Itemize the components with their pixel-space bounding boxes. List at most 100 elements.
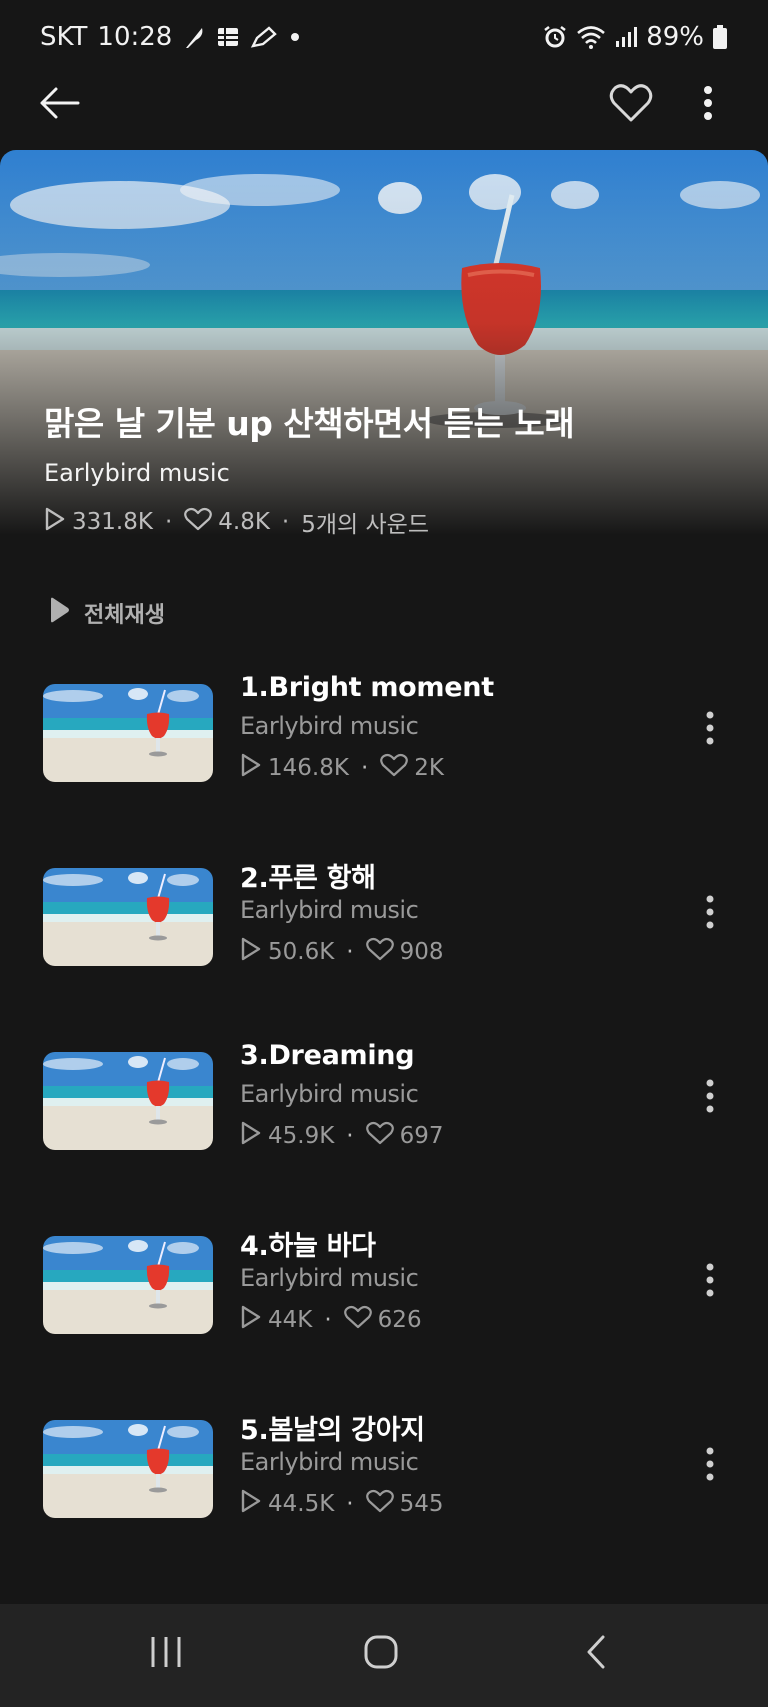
track-stats: 44K · 626	[240, 1304, 422, 1336]
separator-dot: ·	[346, 939, 354, 965]
more-vertical-icon	[705, 1446, 715, 1486]
play-count-icon	[44, 506, 66, 535]
track-item[interactable]: 5.봄날의 강아지 Earlybird music 44.5K · 545	[0, 1408, 768, 1558]
arrow-left-icon	[38, 86, 80, 124]
play-filled-icon	[48, 596, 70, 630]
recents-icon	[148, 1635, 184, 1673]
like-count-icon	[365, 1121, 394, 1151]
track-artist[interactable]: Earlybird music	[240, 1264, 419, 1292]
track-like-count: 2K	[414, 755, 444, 781]
more-options-button[interactable]	[677, 74, 739, 136]
playlist-hero: 맑은 날 기분 up 산책하면서 듣는 노래 Earlybird music 3…	[0, 150, 768, 535]
track-artist[interactable]: Earlybird music	[240, 1080, 419, 1108]
play-all-button[interactable]: 전체재생	[48, 596, 165, 630]
back-chevron-icon	[585, 1634, 607, 1674]
track-like-count: 697	[399, 1123, 444, 1149]
track-more-button[interactable]	[690, 1436, 730, 1496]
track-play-count: 50.6K	[268, 939, 335, 965]
like-count-icon	[365, 1489, 394, 1519]
home-icon	[363, 1634, 399, 1674]
track-play-count: 44.5K	[268, 1491, 335, 1517]
track-item[interactable]: 1.Bright moment Earlybird music 146.8K ·…	[0, 672, 768, 822]
playlist-sound-count: 5개의 사운드	[301, 512, 429, 535]
pencil-icon	[250, 25, 278, 49]
system-back-button[interactable]	[556, 1624, 636, 1684]
track-thumbnail	[43, 684, 213, 782]
system-navigation-bar	[0, 1604, 768, 1707]
like-count-icon	[365, 937, 394, 967]
track-artist[interactable]: Earlybird music	[240, 712, 419, 740]
like-count-icon	[184, 507, 213, 535]
play-count-icon	[240, 1120, 262, 1152]
more-vertical-icon	[705, 1078, 715, 1118]
track-more-button[interactable]	[690, 700, 730, 760]
status-bar: SKT 10:28 89%	[0, 0, 768, 74]
track-title: 2.푸른 항해	[240, 863, 376, 894]
track-stats: 146.8K · 2K	[240, 752, 444, 784]
track-item[interactable]: 2.푸른 항해 Earlybird music 50.6K · 908	[0, 856, 768, 1006]
track-artist[interactable]: Earlybird music	[240, 896, 419, 924]
track-play-count: 44K	[268, 1307, 313, 1333]
battery-icon	[712, 24, 728, 50]
track-thumbnail	[43, 1052, 213, 1150]
track-like-count: 545	[399, 1491, 444, 1517]
separator-dot: ·	[346, 1491, 354, 1517]
track-stats: 44.5K · 545	[240, 1488, 444, 1520]
clock: 10:28	[97, 22, 173, 52]
track-item[interactable]: 4.하늘 바다 Earlybird music 44K · 626	[0, 1224, 768, 1374]
carrier-label: SKT	[40, 22, 88, 52]
dot-icon	[288, 30, 302, 44]
alarm-icon	[542, 24, 568, 50]
track-more-button[interactable]	[690, 1068, 730, 1128]
track-title: 3.Dreaming	[240, 1040, 415, 1071]
track-more-button[interactable]	[690, 884, 730, 944]
track-more-button[interactable]	[690, 1252, 730, 1312]
track-item[interactable]: 3.Dreaming Earlybird music 45.9K · 697	[0, 1040, 768, 1190]
track-title: 1.Bright moment	[240, 672, 494, 703]
like-count-icon	[343, 1305, 372, 1335]
track-play-count: 146.8K	[268, 755, 349, 781]
wifi-icon	[576, 24, 606, 50]
playlist-stats: 331.8K · 4.8K · 5개의 사운드	[44, 505, 574, 535]
separator-dot: ·	[281, 509, 290, 535]
play-count-icon	[240, 1304, 262, 1336]
playlist-title: 맑은 날 기분 up 산책하면서 듣는 노래	[44, 404, 575, 443]
playlist-like-count: 4.8K	[218, 509, 270, 535]
separator-dot: ·	[164, 509, 173, 535]
playlist-play-count: 331.8K	[72, 509, 153, 535]
battery-percent: 89%	[646, 22, 704, 52]
home-button[interactable]	[341, 1624, 421, 1684]
signal-icon	[614, 25, 638, 49]
separator-dot: ·	[324, 1307, 332, 1333]
track-stats: 50.6K · 908	[240, 936, 444, 968]
track-like-count: 626	[377, 1307, 422, 1333]
play-count-icon	[240, 1488, 262, 1520]
more-vertical-icon	[705, 710, 715, 750]
track-thumbnail	[43, 1420, 213, 1518]
play-count-icon	[240, 936, 262, 968]
track-title: 5.봄날의 강아지	[240, 1415, 425, 1446]
track-artist[interactable]: Earlybird music	[240, 1448, 419, 1476]
play-all-label: 전체재생	[84, 603, 165, 628]
track-play-count: 45.9K	[268, 1123, 335, 1149]
separator-dot: ·	[346, 1123, 354, 1149]
back-button[interactable]	[28, 74, 90, 136]
playlist-artist[interactable]: Earlybird music	[44, 459, 574, 487]
track-stats: 45.9K · 697	[240, 1120, 444, 1152]
track-thumbnail	[43, 868, 213, 966]
like-count-icon	[380, 753, 409, 783]
like-playlist-button[interactable]	[600, 74, 662, 136]
recents-button[interactable]	[126, 1624, 206, 1684]
more-vertical-icon	[705, 1262, 715, 1302]
more-vertical-icon	[705, 894, 715, 934]
grid-icon	[216, 25, 240, 49]
feather-icon	[182, 24, 206, 50]
separator-dot: ·	[360, 755, 369, 781]
more-vertical-icon	[703, 85, 713, 125]
track-thumbnail	[43, 1236, 213, 1334]
top-app-bar	[0, 74, 768, 136]
heart-outline-icon	[609, 83, 653, 127]
track-title: 4.하늘 바다	[240, 1231, 376, 1262]
track-like-count: 908	[399, 939, 444, 965]
play-count-icon	[240, 752, 262, 784]
